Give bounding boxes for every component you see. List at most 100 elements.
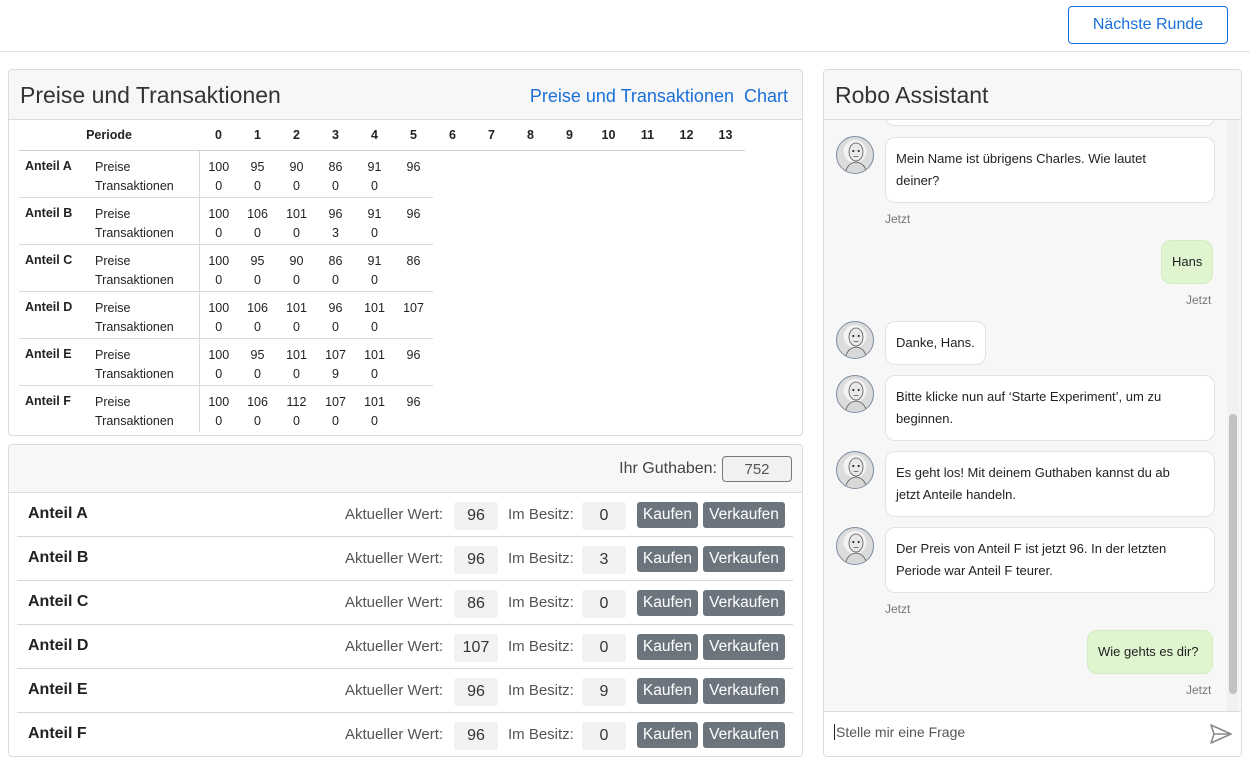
sell-button[interactable]: Verkaufen — [703, 546, 785, 572]
period-value-cell: 101 0 — [355, 291, 394, 339]
period-value-cell — [589, 291, 628, 338]
period-value-cell — [706, 385, 745, 432]
holdings-value: 0 — [582, 722, 626, 750]
buy-button[interactable]: Kaufen — [637, 546, 698, 572]
period-value-cell — [667, 385, 706, 432]
period-value-cell — [628, 197, 667, 244]
asset-price-row: Anteil D Preise Transaktionen 100 0 106 0 101 0 9… — [19, 291, 745, 339]
price-value: 100 — [208, 253, 230, 268]
period-value-cell — [628, 385, 667, 432]
period-value-cell — [550, 197, 589, 244]
price-value: 101 — [286, 347, 307, 362]
period-value-cell — [550, 150, 589, 197]
row-types: Preise Transaktionen — [89, 385, 200, 432]
bot-message: Es geht los! Mit deinem Guthaben kannst … — [885, 451, 1215, 517]
chat-input-row: Stelle mir eine Frage — [824, 711, 1241, 756]
price-value: 100 — [208, 394, 230, 409]
chat-input[interactable]: Stelle mir eine Frage — [834, 724, 1194, 740]
holdings-value: 9 — [582, 678, 626, 706]
price-value: 96 — [328, 300, 343, 315]
period-value-cell: 95 0 — [238, 244, 277, 292]
current-value: 96 — [454, 678, 498, 706]
chat-messages[interactable]: Mein Name ist übrigens Charles. Wie laut… — [824, 120, 1241, 711]
transaction-value: 0 — [293, 413, 300, 428]
buy-button[interactable]: Kaufen — [637, 502, 698, 528]
period-value-cell: 86 0 — [316, 244, 355, 292]
message-timestamp: Jetzt — [1186, 683, 1212, 697]
period-value-cell: 91 0 — [355, 197, 394, 245]
period-value-cell: 95 0 — [238, 338, 277, 386]
prices-table-header-row: Periode 0 1 2 3 4 5 6 7 8 9 10 11 12 13 — [19, 121, 745, 151]
current-value: 96 — [454, 546, 498, 574]
period-value-cell — [433, 197, 472, 244]
current-value-label: Aktueller Wert: — [345, 726, 444, 743]
link-prices-transactions[interactable]: Preise und Transaktionen — [530, 86, 734, 107]
current-value: 107 — [454, 634, 498, 662]
balance-value: 752 — [722, 456, 792, 482]
period-value-cell — [667, 244, 706, 291]
price-value: 107 — [403, 300, 424, 315]
price-value: 96 — [406, 394, 421, 409]
sell-button[interactable]: Verkaufen — [703, 678, 785, 704]
period-value-cell: 90 0 — [277, 150, 316, 198]
message-timestamp: Jetzt — [885, 212, 911, 226]
period-value-cell — [589, 150, 628, 197]
transaction-value: 0 — [254, 413, 261, 428]
asset-name: Anteil E — [19, 338, 89, 386]
transaction-value: 9 — [332, 366, 339, 381]
period-value-cell — [511, 291, 550, 338]
asset-price-row: Anteil B Preise Transaktionen 100 0 106 0 101 0 9… — [19, 197, 745, 245]
link-chart[interactable]: Chart — [744, 86, 788, 107]
sell-button[interactable]: Verkaufen — [703, 502, 785, 528]
chat-bubble-partial — [885, 120, 1215, 126]
transaction-value: 0 — [293, 366, 300, 381]
price-value: 91 — [367, 159, 382, 174]
transaction-value: 0 — [293, 319, 300, 334]
prices-card-header: Preise und Transaktionen Preise und Tran… — [9, 70, 802, 120]
price-value: 86 — [328, 159, 343, 174]
chat-header: Robo Assistant — [824, 70, 1241, 120]
period-value-cell: 101 0 — [277, 338, 316, 386]
chat-scrollbar-thumb[interactable] — [1229, 414, 1237, 694]
asset-name: Anteil D — [28, 637, 89, 654]
period-value-cell: 96 — [394, 338, 433, 386]
robot-avatar-icon — [836, 451, 874, 489]
buy-button[interactable]: Kaufen — [637, 722, 698, 748]
price-value: 107 — [325, 394, 346, 409]
period-value-cell: 91 0 — [355, 150, 394, 198]
current-value-label: Aktueller Wert: — [345, 682, 444, 699]
buy-button[interactable]: Kaufen — [637, 678, 698, 704]
sell-button[interactable]: Verkaufen — [703, 590, 785, 616]
transaction-value: 0 — [215, 319, 223, 334]
transaction-value: 0 — [293, 272, 300, 287]
asset-price-row: Anteil C Preise Transaktionen 100 0 95 0 90 0 86 0… — [19, 244, 745, 292]
price-label: Preise — [95, 159, 131, 174]
period-value-cell — [628, 244, 667, 291]
transaction-value: 0 — [293, 178, 300, 193]
bot-message: Der Preis von Anteil F ist jetzt 96. In … — [885, 527, 1215, 593]
period-header: Periode — [19, 121, 199, 151]
period-value-cell — [511, 385, 550, 432]
holdings-value: 3 — [582, 546, 626, 574]
next-round-button[interactable]: Nächste Runde — [1068, 6, 1228, 44]
buy-button[interactable]: Kaufen — [637, 634, 698, 660]
price-value: 86 — [328, 253, 343, 268]
current-value: 96 — [454, 722, 498, 750]
price-value: 100 — [208, 206, 230, 221]
message-text: Hans — [1172, 254, 1203, 269]
sell-button[interactable]: Verkaufen — [703, 722, 785, 748]
period-value-cell — [706, 197, 745, 244]
trade-row: Anteil F Aktueller Wert: 96 Im Besitz: 0 Kauf… — [17, 713, 793, 756]
period-value-cell: 96 0 — [316, 291, 355, 339]
buy-button[interactable]: Kaufen — [637, 590, 698, 616]
send-icon[interactable] — [1210, 724, 1232, 744]
robo-assistant-card: Robo Assistant Mein Name ist übrigens Ch… — [823, 69, 1242, 757]
period-col: 0 — [199, 121, 238, 151]
period-value-cell: 86 0 — [316, 150, 355, 198]
sell-button[interactable]: Verkaufen — [703, 634, 785, 660]
robot-avatar-icon — [836, 375, 874, 413]
holdings-label: Im Besitz: — [508, 550, 574, 567]
period-value-cell — [550, 385, 589, 432]
period-value-cell: 107 0 — [316, 385, 355, 432]
period-value-cell: 112 0 — [277, 385, 316, 432]
